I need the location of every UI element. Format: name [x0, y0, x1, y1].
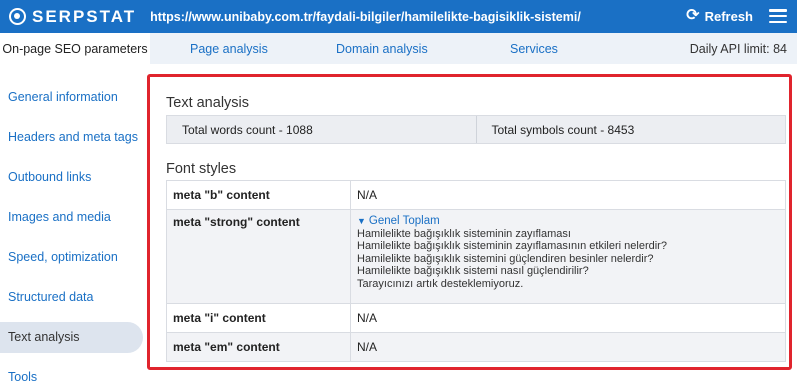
- row-value: N/A: [357, 340, 378, 354]
- sidebar-item-images-media[interactable]: Images and media: [0, 202, 143, 233]
- tab-on-page-seo[interactable]: On-page SEO parameters: [0, 33, 150, 64]
- sidebar-item-structured-data[interactable]: Structured data: [0, 282, 143, 313]
- caret-down-icon: ▼: [357, 216, 366, 226]
- row-key: meta "strong" content: [167, 210, 351, 303]
- list-item: Hamilelikte bağışıklık sistemini güçlend…: [357, 252, 654, 265]
- refresh-icon: ⟳: [686, 7, 700, 24]
- refresh-label: Refresh: [704, 8, 753, 24]
- text-analysis-title: Text analysis: [166, 95, 250, 111]
- strong-content-list: Hamilelikte bağışıklık sisteminin zayıfl…: [357, 228, 785, 290]
- font-styles-table: meta "b" content N/A meta "strong" conte…: [166, 180, 786, 362]
- sidebar-item-text-analysis[interactable]: Text analysis: [0, 322, 143, 353]
- tab-domain-analysis[interactable]: Domain analysis: [336, 33, 428, 64]
- list-item: Hamilelikte bağışıklık sisteminin zayıfl…: [357, 228, 571, 240]
- text-stats: Total words count - 1088 Total symbols c…: [166, 115, 786, 144]
- logo-text: SERPSTAT: [32, 6, 137, 26]
- sidebar-item-outbound-links[interactable]: Outbound links: [0, 162, 143, 193]
- row-key: meta "b" content: [167, 181, 351, 209]
- list-item: Hamilelikte bağışıklık sistemi nasıl güç…: [357, 265, 589, 278]
- page-url: https://www.unibaby.com.tr/faydali-bilgi…: [150, 9, 581, 24]
- list-item: Tarayıcınızı artık desteklemiyoruz.: [357, 277, 524, 290]
- row-value: ▼ Genel Toplam Hamilelikte bağışıklık si…: [351, 210, 785, 303]
- sidebar-item-tools[interactable]: Tools: [0, 362, 143, 391]
- row-key: meta "i" content: [167, 304, 351, 332]
- tab-services[interactable]: Services: [510, 33, 558, 64]
- list-item: Hamilelikte bağışıklık sisteminin zayıfl…: [357, 240, 667, 253]
- api-limit: Daily API limit: 84: [689, 41, 787, 56]
- tab-page-analysis[interactable]: Page analysis: [190, 33, 268, 64]
- genel-toplam-toggle[interactable]: ▼ Genel Toplam: [357, 215, 785, 227]
- toggle-label: Genel Toplam: [368, 215, 440, 227]
- text-analysis-panel: Text analysis Total words count - 1088 T…: [147, 74, 792, 370]
- table-row: meta "b" content N/A: [167, 181, 785, 209]
- table-row: meta "i" content N/A: [167, 303, 785, 332]
- row-value: N/A: [357, 188, 378, 202]
- sidebar: General information Headers and meta tag…: [0, 82, 145, 391]
- row-key: meta "em" content: [167, 333, 351, 361]
- table-row: meta "strong" content ▼ Genel Toplam Ham…: [167, 209, 785, 303]
- row-value: N/A: [357, 311, 378, 325]
- refresh-button[interactable]: ⟳ Refresh: [686, 8, 753, 24]
- sidebar-item-headers-meta-tags[interactable]: Headers and meta tags: [0, 122, 143, 153]
- table-row: meta "em" content N/A: [167, 332, 785, 361]
- tab-bar: On-page SEO parameters Page analysis Dom…: [0, 33, 797, 64]
- sidebar-item-speed-optimization[interactable]: Speed, optimization: [0, 242, 143, 273]
- logo-icon: [9, 8, 26, 25]
- font-styles-title: Font styles: [166, 161, 237, 177]
- sidebar-item-general-information[interactable]: General information: [0, 82, 143, 113]
- top-bar: SERPSTAT https://www.unibaby.com.tr/fayd…: [0, 0, 797, 33]
- serpstat-logo[interactable]: SERPSTAT: [9, 7, 136, 27]
- words-count: Total words count - 1088: [182, 122, 313, 137]
- symbols-count: Total symbols count - 8453: [475, 116, 786, 143]
- hamburger-menu-icon[interactable]: [769, 9, 787, 23]
